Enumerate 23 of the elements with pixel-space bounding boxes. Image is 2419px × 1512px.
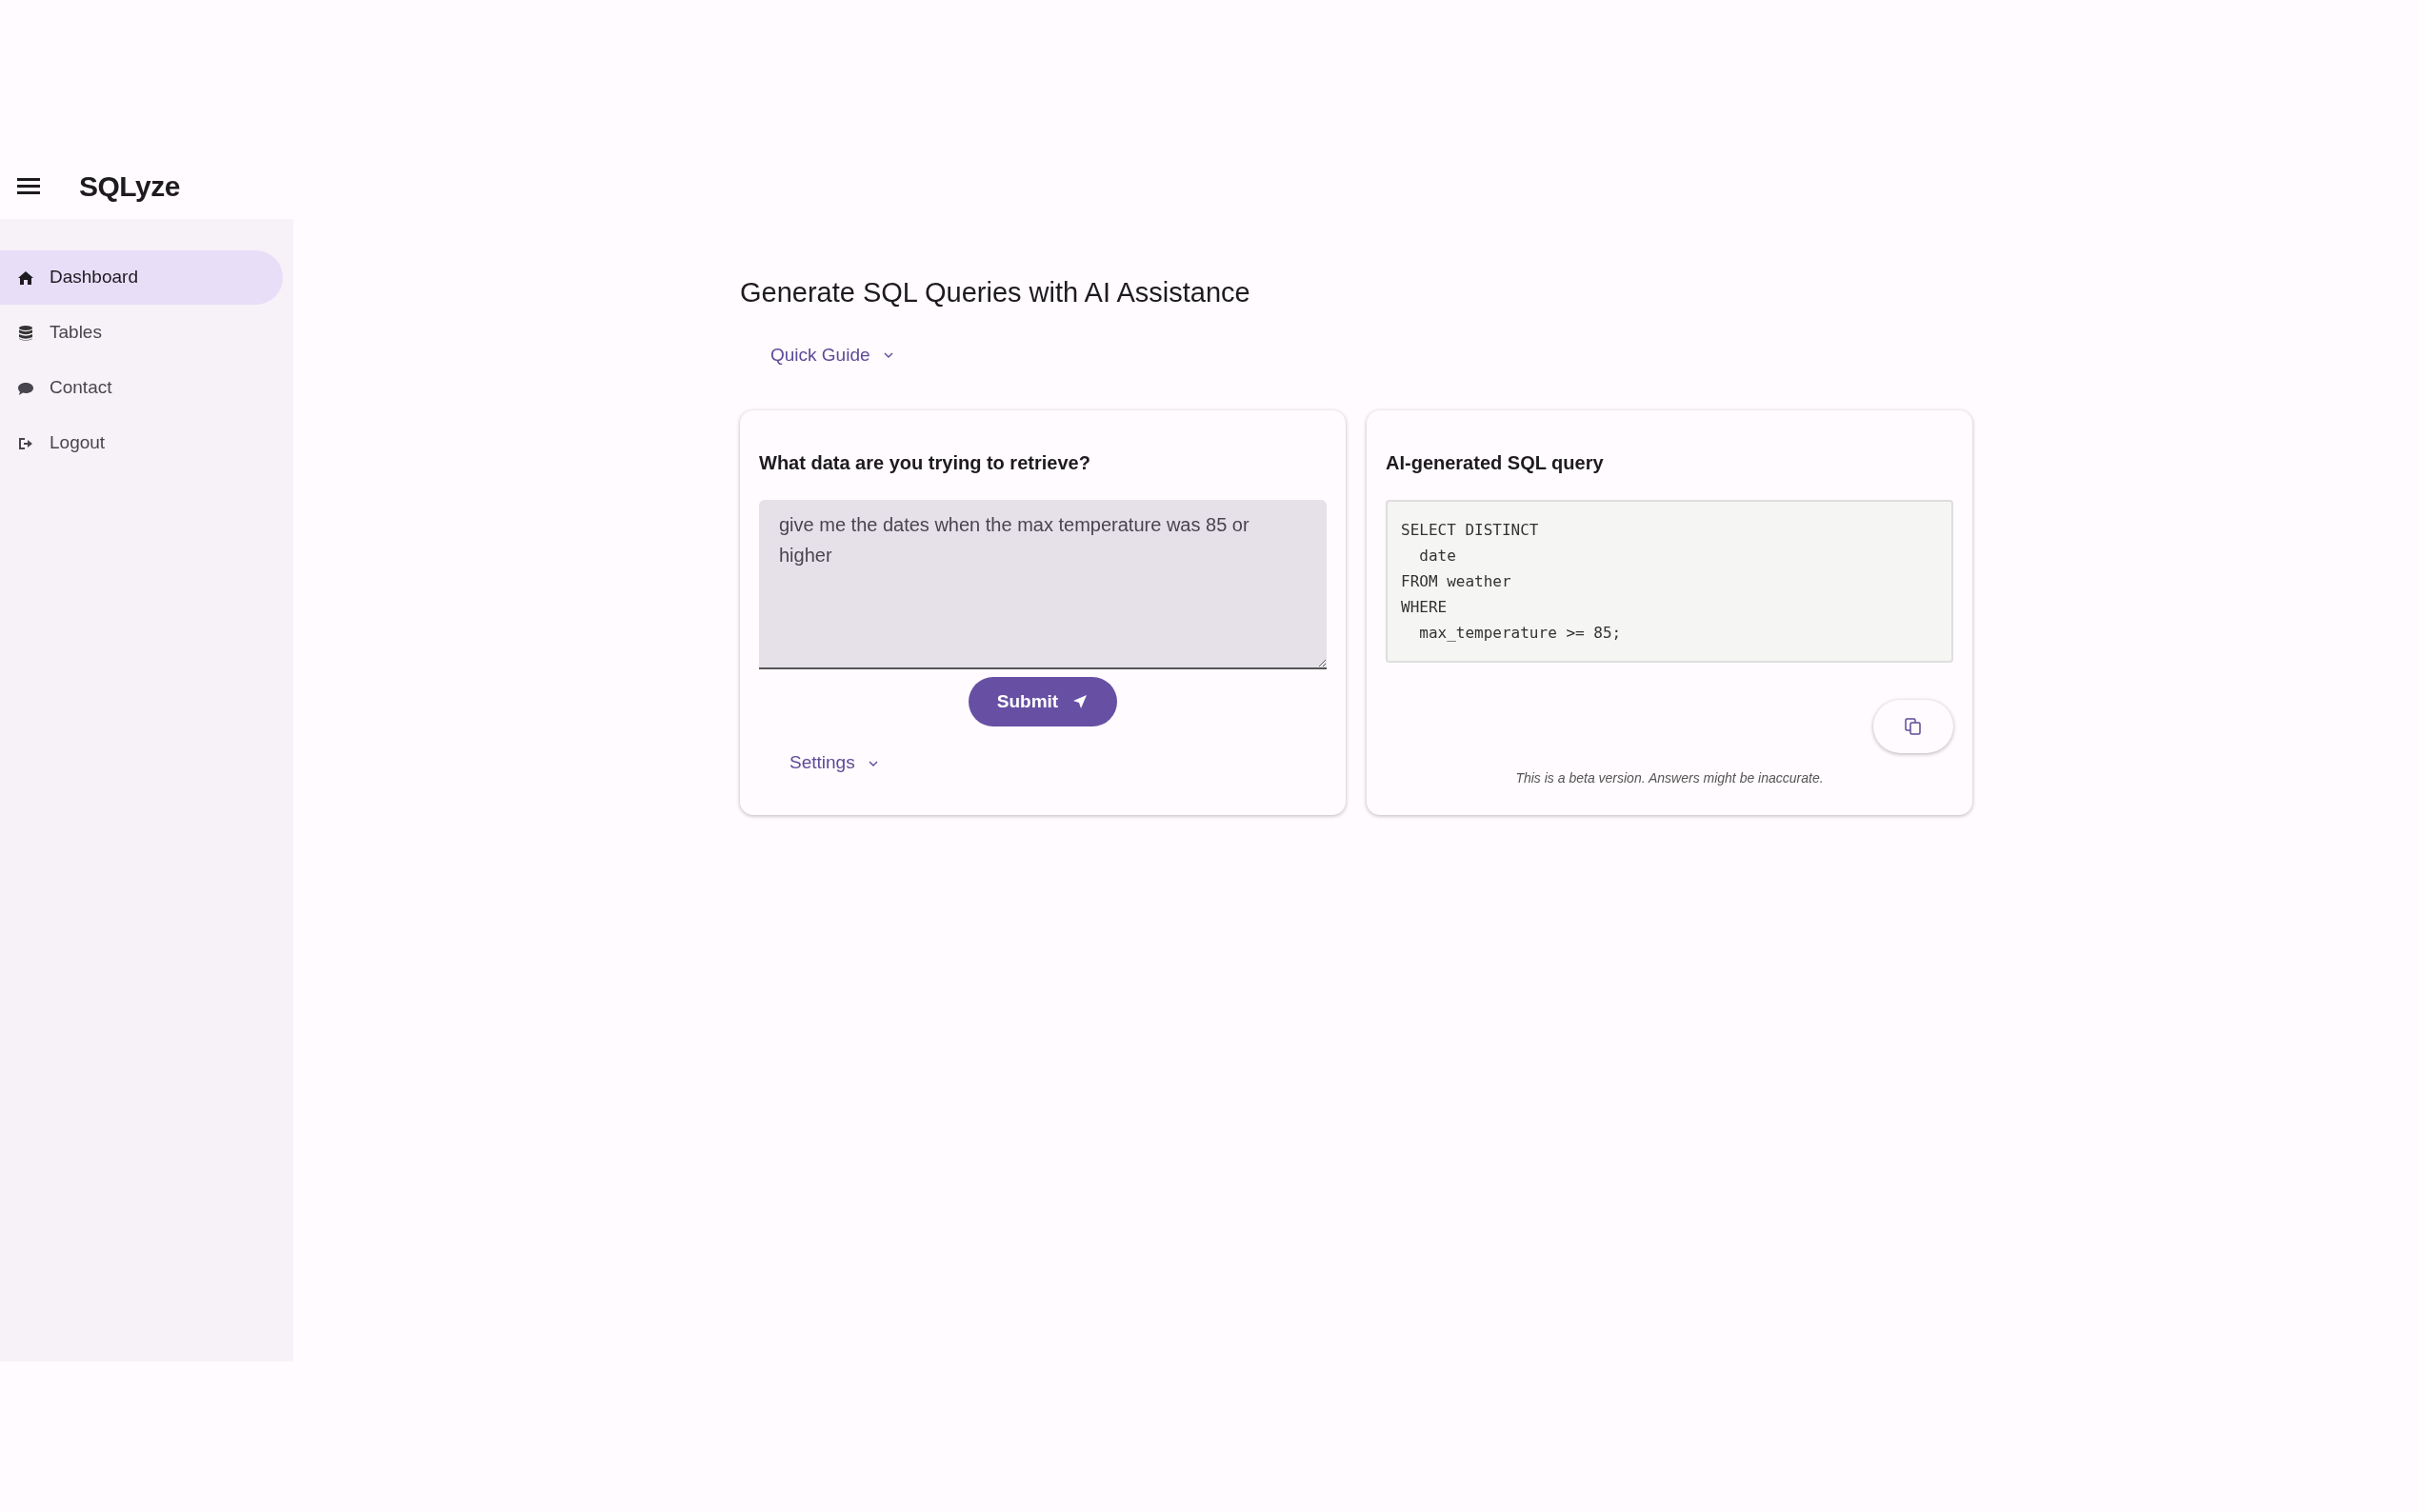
card-heading: AI-generated SQL query — [1386, 451, 1605, 476]
copy-button[interactable] — [1873, 699, 1953, 753]
query-input[interactable]: give me the dates when the max temperature was 85 or higher — [759, 500, 1327, 670]
database-icon — [17, 324, 34, 342]
home-icon — [17, 269, 34, 287]
sidebar-item[interactable]: Dashboard — [0, 250, 283, 305]
menu-icon[interactable] — [16, 175, 41, 196]
page-title: Generate SQL Queries with AI Assistance — [740, 276, 1251, 309]
code-line: max_temperature >= 85; — [1418, 623, 1623, 645]
settings-toggle[interactable]: Settings — [790, 749, 880, 777]
sidebar-item[interactable]: Logout — [0, 416, 283, 470]
copy-icon — [1903, 715, 1924, 737]
submit-button[interactable]: Submit — [969, 677, 1117, 727]
card-heading: What data are you trying to retrieve? — [759, 451, 1091, 476]
sidebar-item[interactable]: Tables — [0, 306, 283, 360]
disclaimer-text: This is a beta version. Answers might be inaccurate. — [1514, 768, 1825, 787]
app-logo: SQLyze — [79, 169, 180, 204]
code-line: FROM weather — [1401, 571, 1512, 593]
code-line: WHERE — [1401, 597, 1449, 619]
code-line: date — [1418, 546, 1457, 567]
code-line: SELECT DISTINCT — [1401, 520, 1540, 542]
quick-guide-toggle[interactable]: Quick Guide — [770, 341, 895, 369]
sidebar-item[interactable]: Contact — [0, 361, 283, 415]
